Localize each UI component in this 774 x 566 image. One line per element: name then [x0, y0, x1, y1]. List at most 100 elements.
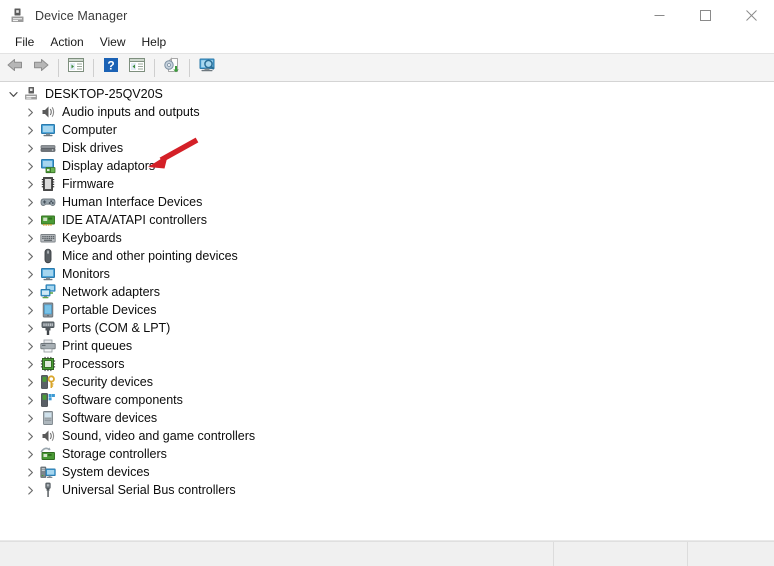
properties-button[interactable] — [124, 56, 150, 80]
tree-item-print-queues[interactable]: Print queues — [1, 337, 774, 355]
chevron-right-icon[interactable] — [22, 373, 38, 391]
tree-item-label: Disk drives — [62, 141, 124, 155]
tree-item-label: Universal Serial Bus controllers — [62, 483, 236, 497]
menu-file[interactable]: File — [7, 33, 42, 51]
tree-item-label: IDE ATA/ATAPI controllers — [62, 213, 207, 227]
tree-item-sound-video-and-game-controllers[interactable]: Sound, video and game controllers — [1, 427, 774, 445]
tree-item-label: Sound, video and game controllers — [62, 429, 256, 443]
tree-item-computer[interactable]: Computer — [1, 121, 774, 139]
forward-arrow-icon — [32, 57, 50, 78]
minimize-button[interactable] — [636, 0, 682, 31]
title-bar: Device Manager — [0, 0, 774, 31]
svg-text:?: ? — [107, 58, 114, 72]
processor-chip-icon — [40, 356, 56, 372]
chevron-right-icon[interactable] — [22, 139, 38, 157]
tree-item-human-interface-devices[interactable]: Human Interface Devices — [1, 193, 774, 211]
toolbar: ? — [0, 53, 774, 82]
chevron-right-icon[interactable] — [22, 175, 38, 193]
display-adapter-icon — [40, 158, 56, 174]
back-button[interactable] — [2, 56, 28, 80]
chevron-right-icon[interactable] — [22, 391, 38, 409]
tree-item-portable-devices[interactable]: Portable Devices — [1, 301, 774, 319]
tree-item-label: Network adapters — [62, 285, 160, 299]
chevron-right-icon[interactable] — [22, 211, 38, 229]
disk-drive-icon — [40, 140, 56, 156]
tree-item-software-devices[interactable]: Software devices — [1, 409, 774, 427]
tree-item-label: Audio inputs and outputs — [62, 105, 200, 119]
tree-item-label: Software devices — [62, 411, 158, 425]
back-arrow-icon — [6, 57, 24, 78]
status-pane-main — [0, 542, 554, 566]
chevron-right-icon[interactable] — [22, 445, 38, 463]
tree-item-system-devices[interactable]: System devices — [1, 463, 774, 481]
tree-item-storage-controllers[interactable]: Storage controllers — [1, 445, 774, 463]
show-hide-console-tree-button[interactable] — [63, 56, 89, 80]
chevron-down-icon[interactable] — [5, 85, 21, 103]
close-button[interactable] — [728, 0, 774, 31]
security-key-icon — [40, 374, 56, 390]
update-driver-button[interactable] — [159, 56, 185, 80]
scan-for-hardware-changes-button[interactable] — [194, 56, 220, 80]
tree-item-network-adapters[interactable]: Network adapters — [1, 283, 774, 301]
port-connector-icon — [40, 320, 56, 336]
keyboard-icon — [40, 230, 56, 246]
console-tree-icon — [67, 57, 85, 78]
tree-item-label: Computer — [62, 123, 117, 137]
chevron-right-icon[interactable] — [22, 157, 38, 175]
tree-item-label: Ports (COM & LPT) — [62, 321, 171, 335]
tree-item-mice-and-other-pointing-devices[interactable]: Mice and other pointing devices — [1, 247, 774, 265]
tree-item-ide-ata-atapi-controllers[interactable]: IDE ATA/ATAPI controllers — [1, 211, 774, 229]
tree-item-label: Monitors — [62, 267, 110, 281]
tree-item-display-adaptors[interactable]: Display adaptors — [1, 157, 774, 175]
tree-item-audio-inputs-and-outputs[interactable]: Audio inputs and outputs — [1, 103, 774, 121]
menu-action[interactable]: Action — [42, 33, 91, 51]
help-button[interactable]: ? — [98, 56, 124, 80]
chevron-right-icon[interactable] — [22, 463, 38, 481]
chevron-right-icon[interactable] — [22, 229, 38, 247]
chevron-right-icon[interactable] — [22, 121, 38, 139]
tree-root-item[interactable]: DESKTOP-25QV20S — [1, 85, 774, 103]
tree-item-label: Human Interface Devices — [62, 195, 203, 209]
chevron-right-icon[interactable] — [22, 319, 38, 337]
tree-item-ports-com-and-lpt[interactable]: Ports (COM & LPT) — [1, 319, 774, 337]
chevron-right-icon[interactable] — [22, 247, 38, 265]
window-title: Device Manager — [35, 8, 128, 23]
chevron-right-icon[interactable] — [22, 427, 38, 445]
tree-item-software-components[interactable]: Software components — [1, 391, 774, 409]
question-mark-icon: ? — [103, 57, 119, 78]
chevron-right-icon[interactable] — [22, 193, 38, 211]
tree-item-processors[interactable]: Processors — [1, 355, 774, 373]
storage-controller-icon — [40, 446, 56, 462]
tree-item-label: Firmware — [62, 177, 115, 191]
ide-controller-icon — [40, 212, 56, 228]
properties-window-icon — [128, 57, 146, 78]
portable-device-icon — [40, 302, 56, 318]
chevron-right-icon[interactable] — [22, 283, 38, 301]
speaker-icon — [40, 104, 56, 120]
chevron-right-icon[interactable] — [22, 265, 38, 283]
chevron-right-icon[interactable] — [22, 301, 38, 319]
tree-item-monitors[interactable]: Monitors — [1, 265, 774, 283]
gamepad-icon — [40, 194, 56, 210]
tree-item-keyboards[interactable]: Keyboards — [1, 229, 774, 247]
software-device-icon — [40, 410, 56, 426]
chevron-right-icon[interactable] — [22, 103, 38, 121]
tree-item-label: Keyboards — [62, 231, 122, 245]
chevron-right-icon[interactable] — [22, 409, 38, 427]
printer-icon — [40, 338, 56, 354]
maximize-button[interactable] — [682, 0, 728, 31]
device-tree-pane[interactable]: DESKTOP-25QV20S Audio inputs and outputs — [0, 82, 774, 540]
menu-help[interactable]: Help — [134, 33, 175, 51]
tree-item-security-devices[interactable]: Security devices — [1, 373, 774, 391]
chevron-right-icon[interactable] — [22, 337, 38, 355]
tree-item-firmware[interactable]: Firmware — [1, 175, 774, 193]
menu-bar: File Action View Help — [0, 31, 774, 53]
forward-button[interactable] — [28, 56, 54, 80]
tree-item-universal-serial-bus-controllers[interactable]: Universal Serial Bus controllers — [1, 481, 774, 499]
chevron-right-icon[interactable] — [22, 355, 38, 373]
tree-item-disk-drives[interactable]: Disk drives — [1, 139, 774, 157]
menu-view[interactable]: View — [92, 33, 134, 51]
status-bar — [0, 541, 774, 566]
tree-item-label: Processors — [62, 357, 125, 371]
chevron-right-icon[interactable] — [22, 481, 38, 499]
